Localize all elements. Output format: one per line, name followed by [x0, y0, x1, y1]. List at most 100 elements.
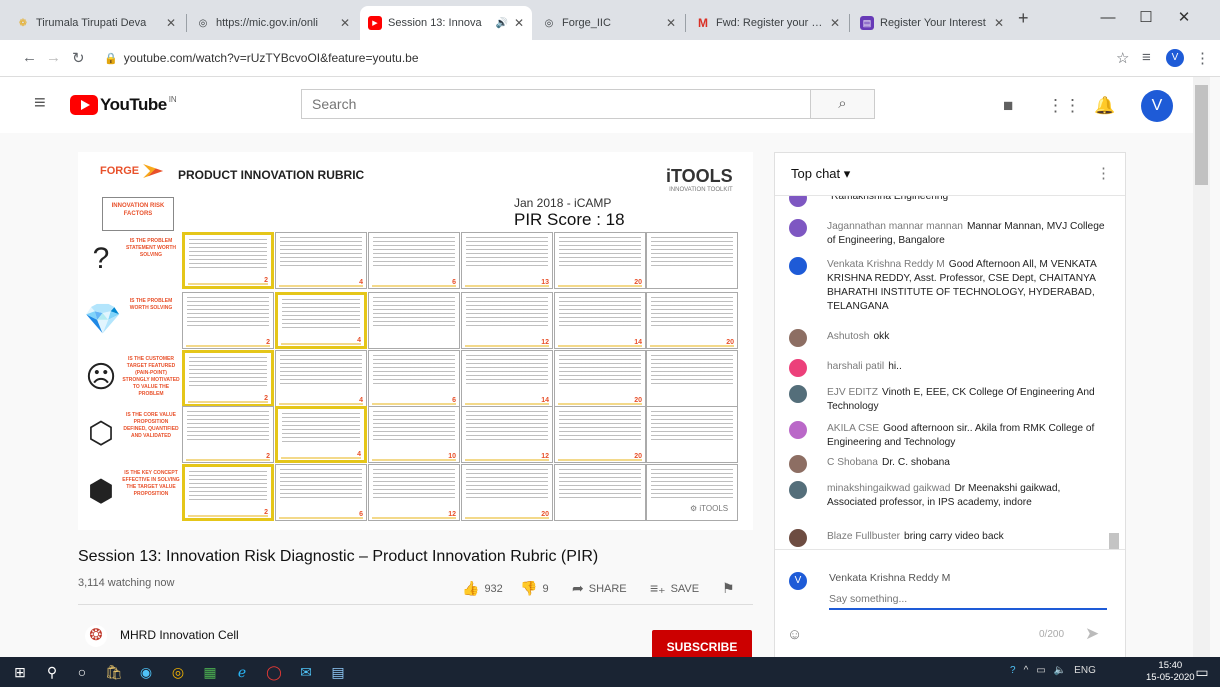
browser-tab[interactable]: M Fwd: Register your Inte ✕	[688, 6, 848, 40]
tab-close-icon[interactable]: ✕	[994, 16, 1004, 30]
back-icon[interactable]: ←	[22, 49, 37, 66]
maximize-button[interactable]: ☐	[1128, 6, 1164, 30]
tray-chevron-icon: ^	[1023, 665, 1029, 676]
edge-app-icon[interactable]: ◉	[136, 663, 156, 681]
like-button[interactable]: 👍 932	[462, 580, 503, 597]
emoji-icon[interactable]: ☺	[787, 626, 802, 643]
create-video-icon[interactable]: ■	[1003, 96, 1013, 116]
tab-close-icon[interactable]: ✕	[830, 16, 840, 30]
store-icon[interactable]: 🛍	[104, 663, 124, 681]
account-avatar[interactable]: V	[1141, 90, 1173, 122]
scrollbar-thumb[interactable]	[1195, 85, 1208, 185]
windows-taskbar: ⊞ ⚲ ○ 🛍 ◉ ◎ ▦ ℯ ◯ ✉ ▤ ? ^ ▭ 🔈 ENG 15:40 1…	[0, 657, 1220, 687]
rubric-cell-score: 12	[448, 511, 456, 518]
rubric-cell	[646, 406, 738, 463]
browser-menu-icon[interactable]: ⋮	[1195, 49, 1210, 67]
divider	[78, 604, 753, 605]
mail-app-icon[interactable]: ✉	[296, 663, 316, 681]
rubric-cell-score: 4	[359, 279, 363, 286]
rubric-cell: 20	[461, 464, 553, 521]
rubric-row-icon: ☹	[85, 361, 117, 394]
tab-close-icon[interactable]: ✕	[666, 16, 676, 30]
rubric-cell: 12	[461, 406, 553, 463]
reading-list-icon[interactable]: ≡	[1142, 49, 1151, 66]
search-input[interactable]	[301, 89, 811, 119]
channel-avatar[interactable]: ❂	[85, 625, 107, 647]
browser-tab[interactable]: ◎ https://mic.gov.in/onli ✕	[188, 6, 358, 40]
new-tab-button[interactable]: +	[1018, 8, 1029, 29]
forward-icon[interactable]: →	[46, 49, 61, 66]
send-icon[interactable]: ➤	[1085, 624, 1099, 644]
rubric-cell-score: 20	[634, 279, 642, 286]
notification-center-icon[interactable]: ▭	[1192, 663, 1212, 681]
browser-tab[interactable]: ◎ Forge_IIC ✕	[534, 6, 684, 40]
ie-app-icon[interactable]: ℯ	[232, 663, 252, 681]
chat-author-name: Ashutosh	[827, 331, 870, 342]
dislike-button[interactable]: 👎 9	[520, 580, 549, 597]
chat-author-name: harshali patil	[827, 361, 885, 372]
risk-factors-header: INNOVATION RISK FACTORS	[102, 197, 174, 231]
url-field[interactable]: 🔒 youtube.com/watch?v=rUzTYBcvoOI&featur…	[104, 46, 1104, 70]
slide-footer-logo: ⚙ iTOOLS	[690, 504, 729, 513]
tab-close-icon[interactable]: ✕	[166, 16, 176, 30]
chat-author-name: Venkata Krishna Reddy M	[827, 259, 945, 270]
browser-tab-active[interactable]: ▶ Session 13: Innova 🔊 ✕	[360, 6, 532, 40]
tab-close-icon[interactable]: ✕	[514, 16, 524, 30]
rubric-cell	[646, 232, 738, 289]
volume-icon: 🔈	[1053, 665, 1067, 676]
opera-app-icon[interactable]: ◯	[264, 663, 284, 681]
calculator-app-icon[interactable]: ▤	[328, 663, 348, 681]
chat-author-avatar	[789, 359, 807, 377]
bookmark-star-icon[interactable]: ☆	[1116, 49, 1129, 67]
reload-icon[interactable]: ↻	[72, 49, 85, 67]
rubric-cell: 12	[368, 464, 460, 521]
report-flag-button[interactable]: ⚑	[722, 580, 740, 597]
slide-title: PRODUCT INNOVATION RUBRIC	[178, 168, 365, 182]
apps-grid-icon[interactable]: ⋮⋮	[1047, 96, 1081, 116]
live-viewer-count: 3,114 watching now	[78, 577, 175, 589]
rubric-cell-score: 2	[266, 453, 270, 460]
search-button[interactable]: ⌕	[811, 89, 875, 119]
rubric-cell-score: 14	[634, 339, 642, 346]
rubric-cell-score: 20	[726, 339, 734, 346]
tab-title: Tirumala Tirupati Deva	[36, 17, 147, 29]
tab-audio-icon[interactable]: 🔊	[495, 18, 507, 29]
rubric-row-label: ⬢ IS THE KEY CONCEPT EFFECTIVE IN SOLVING…	[82, 464, 182, 522]
chat-author-name: EJV EDITZ	[827, 387, 878, 398]
close-window-button[interactable]: ✕	[1166, 6, 1202, 30]
browser-tab[interactable]: ❁ Tirumala Tirupati Deva ✕	[8, 6, 184, 40]
save-button[interactable]: ≡₊ SAVE	[650, 580, 699, 597]
share-button[interactable]: ➦ SHARE	[572, 580, 627, 597]
chat-message-input[interactable]	[829, 590, 1107, 610]
system-tray[interactable]: ? ^ ▭ 🔈 ENG	[1010, 665, 1096, 676]
rubric-cell-score: 2	[266, 339, 270, 346]
tab-close-icon[interactable]: ✕	[340, 16, 350, 30]
profile-avatar[interactable]: V	[1166, 49, 1184, 67]
chrome-app-icon[interactable]: ◎	[168, 663, 188, 681]
browser-tab[interactable]: ▤ Register Your Interest ✕	[852, 6, 1012, 40]
forge-logo: FORGE	[100, 164, 164, 178]
page-scrollbar[interactable]	[1193, 77, 1210, 657]
rubric-cell-score: 10	[448, 453, 456, 460]
photos-app-icon[interactable]: ▦	[200, 663, 220, 681]
rubric-row-icon: ⬢	[87, 475, 115, 508]
subscribe-button[interactable]: SUBSCRIBE	[652, 630, 752, 660]
clock[interactable]: 15:40 15-05-2020	[1146, 660, 1195, 684]
windows-start-icon[interactable]: ⊞	[10, 663, 30, 681]
search-icon[interactable]: ⚲	[42, 663, 62, 681]
chat-message-list[interactable]: Ramakrishna Engineering Jagannathan manna…	[775, 195, 1125, 549]
cortana-icon[interactable]: ○	[72, 663, 92, 681]
chat-mode-dropdown[interactable]: Top chat ▾	[791, 166, 850, 182]
channel-name[interactable]: MHRD Innovation Cell	[120, 628, 239, 642]
notifications-bell-icon[interactable]: 🔔	[1094, 96, 1115, 116]
video-player[interactable]: FORGE PRODUCT INNOVATION RUBRIC iTOOLS IN…	[78, 152, 753, 530]
youtube-logo[interactable]: YouTube IN	[70, 95, 177, 115]
hamburger-menu-icon[interactable]: ≡	[34, 92, 46, 115]
rubric-cell: 6	[275, 464, 367, 521]
rubric-cell-score: 2	[264, 509, 268, 516]
chat-more-icon[interactable]: ⋮	[1096, 164, 1111, 182]
minimize-button[interactable]: —	[1090, 6, 1126, 30]
rubric-cell: 4	[275, 292, 367, 349]
tab-divider	[186, 14, 187, 32]
language-indicator: ENG	[1074, 665, 1096, 676]
